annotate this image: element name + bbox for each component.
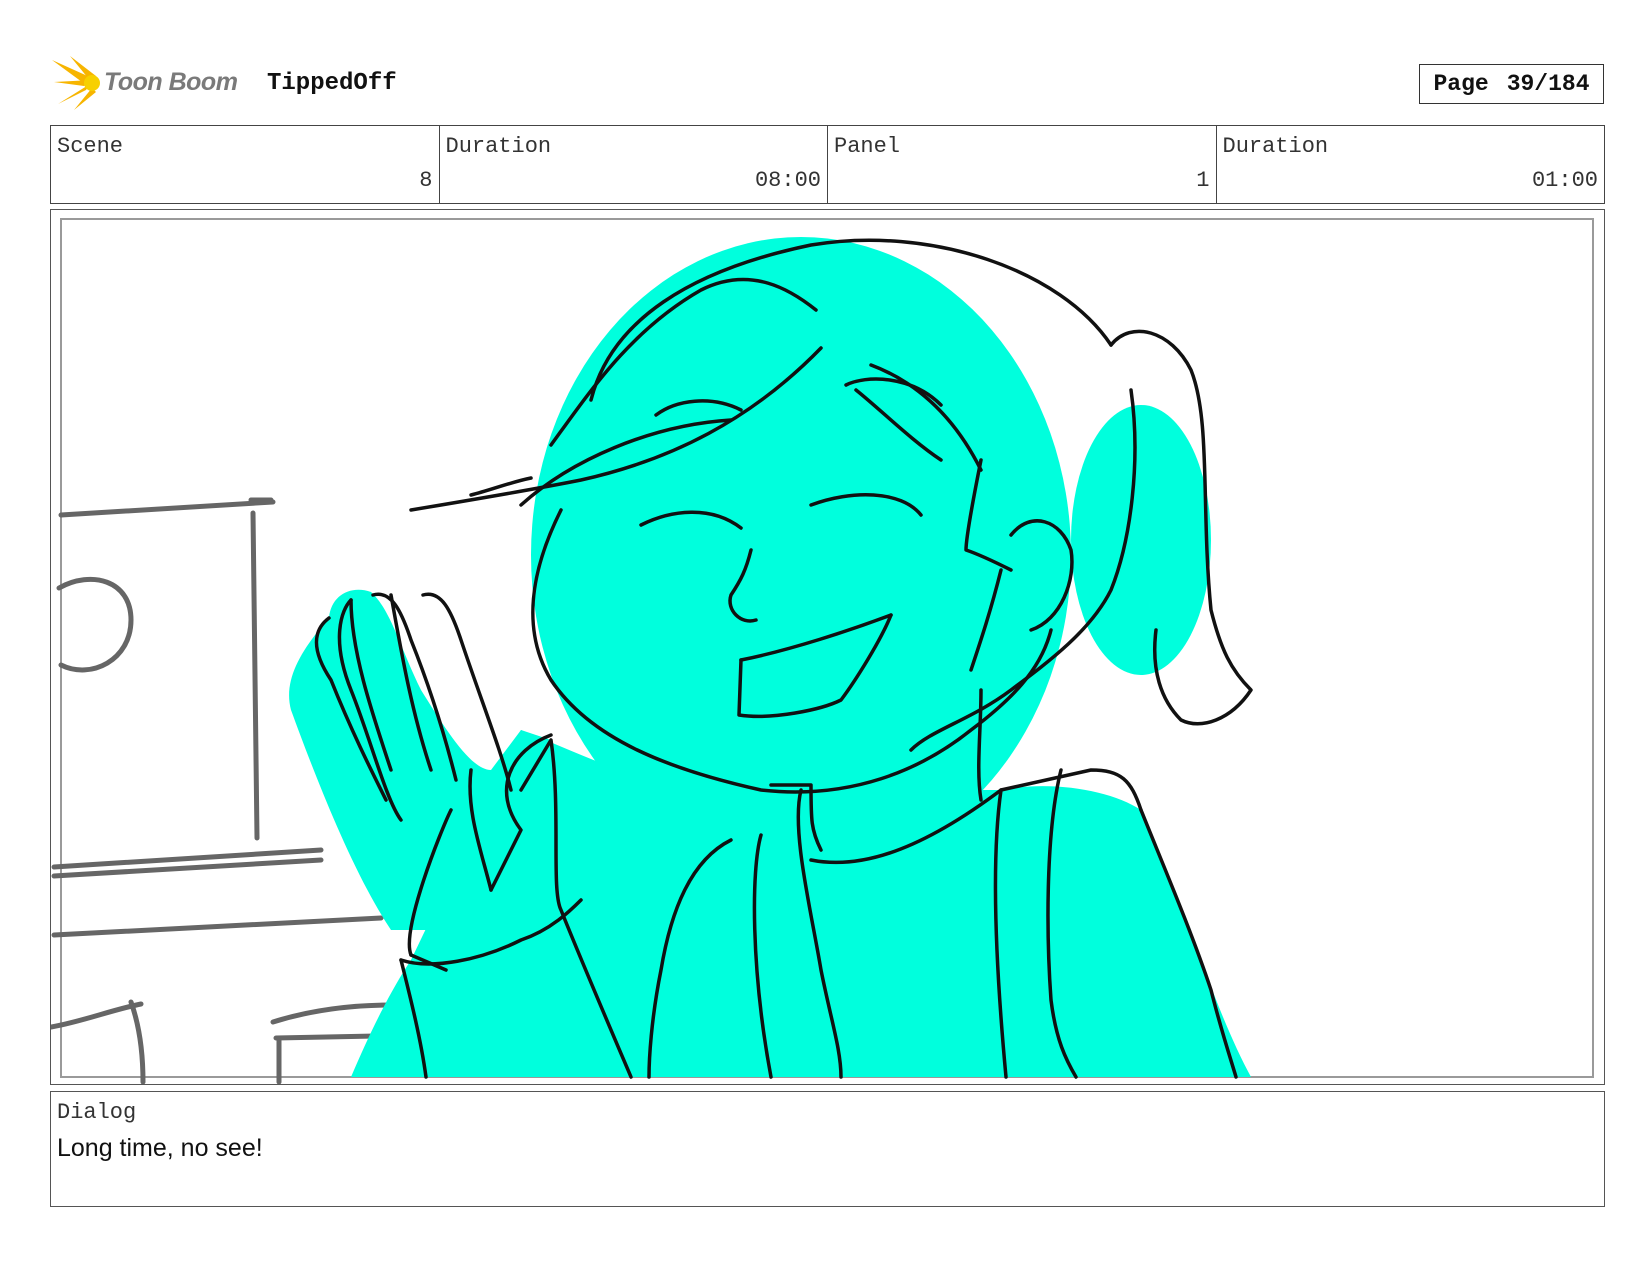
page-indicator: Page 39/184 — [1419, 64, 1604, 104]
scene-info-bar: Scene 8 Duration 08:00 Panel 1 Duration … — [50, 125, 1605, 204]
panel-label: Panel — [834, 134, 901, 159]
panel-value: 1 — [1196, 168, 1210, 193]
panel-cell: Panel 1 — [828, 126, 1217, 203]
scene-cell: Scene 8 — [51, 126, 440, 203]
dialog-label: Dialog — [57, 1100, 137, 1125]
panel-duration-cell: Duration 01:00 — [1217, 126, 1605, 203]
scene-duration-label: Duration — [445, 134, 552, 159]
logo-wordmark: Toon Boom — [104, 68, 238, 96]
dialog-box: Dialog Long time, no see! — [50, 1091, 1605, 1207]
project-title: TippedOff — [267, 70, 397, 97]
panel-duration-value: 01:00 — [1531, 168, 1598, 193]
scene-duration-cell: Duration 08:00 — [440, 126, 828, 203]
scene-duration-value: 08:00 — [754, 168, 821, 193]
panel-duration-label: Duration — [1222, 134, 1329, 159]
dialog-text: Long time, no see! — [57, 1134, 263, 1162]
panel-drawing — [51, 218, 1594, 1084]
page-label: Page — [1433, 71, 1489, 97]
page-number: 39/184 — [1506, 71, 1590, 97]
scene-value: 8 — [419, 168, 433, 193]
storyboard-panel — [50, 209, 1605, 1085]
character-fill — [289, 237, 1251, 1077]
scene-label: Scene — [57, 134, 124, 159]
